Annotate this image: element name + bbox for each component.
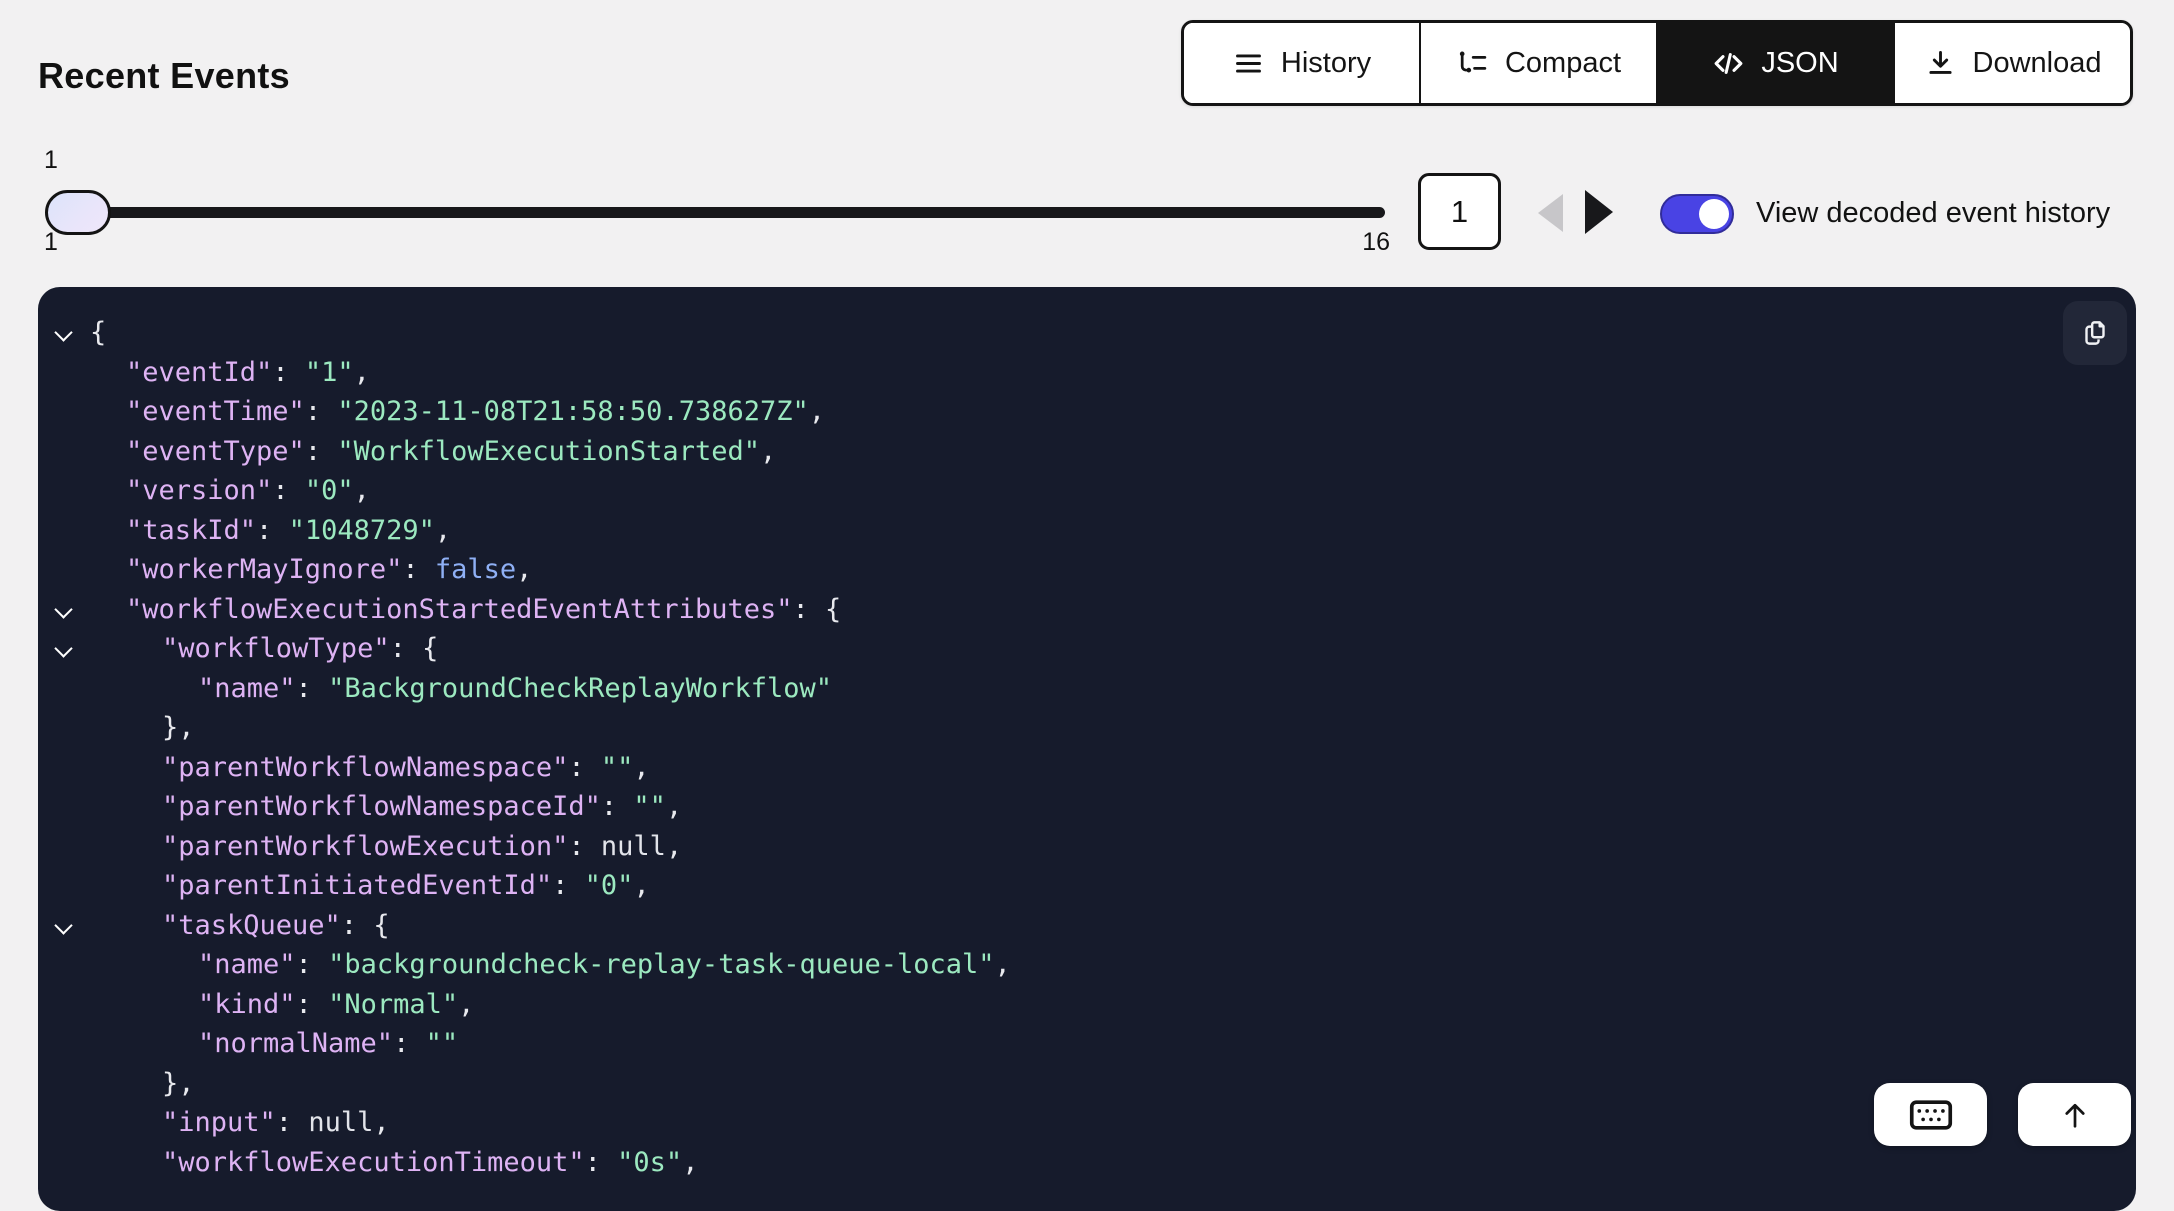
code-line: "parentWorkflowNamespaceId": "", [38, 787, 2136, 827]
code-line: "name": "backgroundcheck-replay-task-que… [38, 945, 2136, 985]
scroll-top-icon [2057, 1097, 2093, 1133]
prev-event-button[interactable] [1538, 194, 1563, 232]
code-line: }, [38, 1064, 2136, 1104]
decode-event-history-toggle[interactable] [1660, 194, 1734, 234]
slider-min-label: 1 [44, 228, 58, 257]
code-line: "eventId": "1", [38, 353, 2136, 393]
toggle-knob [1699, 199, 1729, 229]
event-number-input[interactable] [1418, 173, 1501, 250]
collapse-chevron-icon[interactable] [56, 642, 71, 657]
view-mode-button-group: History Compact JSON Download [1181, 20, 2133, 106]
decode-toggle-label: View decoded event history [1756, 197, 2110, 230]
code-line: "parentWorkflowNamespace": "", [38, 748, 2136, 788]
code-line: { [38, 313, 2136, 353]
collapse-chevron-icon[interactable] [56, 326, 71, 341]
code-line: "workflowExecutionTimeout": "0s", [38, 1143, 2136, 1183]
code-line: "version": "0", [38, 471, 2136, 511]
slider-current-value-label: 1 [44, 146, 58, 175]
code-line: "parentInitiatedEventId": "0", [38, 866, 2136, 906]
collapse-chevron-icon[interactable] [56, 603, 71, 618]
compact-icon [1456, 47, 1489, 80]
code-line: "parentWorkflowExecution": null, [38, 827, 2136, 867]
page-title: Recent Events [38, 55, 290, 97]
copy-button[interactable] [2063, 301, 2127, 365]
download-button-label: Download [1973, 47, 2102, 80]
tab-history[interactable]: History [1184, 23, 1419, 103]
tab-compact[interactable]: Compact [1419, 23, 1656, 103]
copy-icon [2078, 316, 2112, 350]
json-viewer-lines: {"eventId": "1","eventTime": "2023-11-08… [38, 313, 2136, 1182]
history-icon [1232, 47, 1265, 80]
code-line: "name": "BackgroundCheckReplayWorkflow" [38, 669, 2136, 709]
collapse-chevron-icon[interactable] [56, 919, 71, 934]
tab-json-label: JSON [1761, 47, 1838, 80]
code-line: "normalName": "" [38, 1024, 2136, 1064]
code-line: "eventType": "WorkflowExecutionStarted", [38, 432, 2136, 472]
scroll-to-top-button[interactable] [2018, 1083, 2131, 1146]
code-line: "taskId": "1048729", [38, 511, 2136, 551]
json-code-icon [1712, 47, 1745, 80]
slider-max-label: 16 [1346, 228, 1390, 257]
code-line: "workerMayIgnore": false, [38, 550, 2136, 590]
code-line: "workflowType": { [38, 629, 2136, 669]
keyboard-shortcuts-button[interactable] [1874, 1083, 1987, 1146]
download-button[interactable]: Download [1893, 23, 2130, 103]
event-slider-track[interactable] [75, 207, 1385, 218]
tab-compact-label: Compact [1505, 47, 1621, 80]
code-line: "eventTime": "2023-11-08T21:58:50.738627… [38, 392, 2136, 432]
code-line: "kind": "Normal", [38, 985, 2136, 1025]
next-event-button[interactable] [1585, 190, 1613, 234]
code-line: "taskQueue": { [38, 906, 2136, 946]
download-icon [1924, 47, 1957, 80]
json-event-viewer[interactable]: {"eventId": "1","eventTime": "2023-11-08… [38, 287, 2136, 1211]
tab-json[interactable]: JSON [1656, 23, 1893, 103]
code-line: "workflowExecutionStartedEventAttributes… [38, 590, 2136, 630]
code-line: "input": null, [38, 1103, 2136, 1143]
tab-history-label: History [1281, 47, 1371, 80]
code-line: }, [38, 708, 2136, 748]
keyboard-icon [1909, 1099, 1953, 1131]
